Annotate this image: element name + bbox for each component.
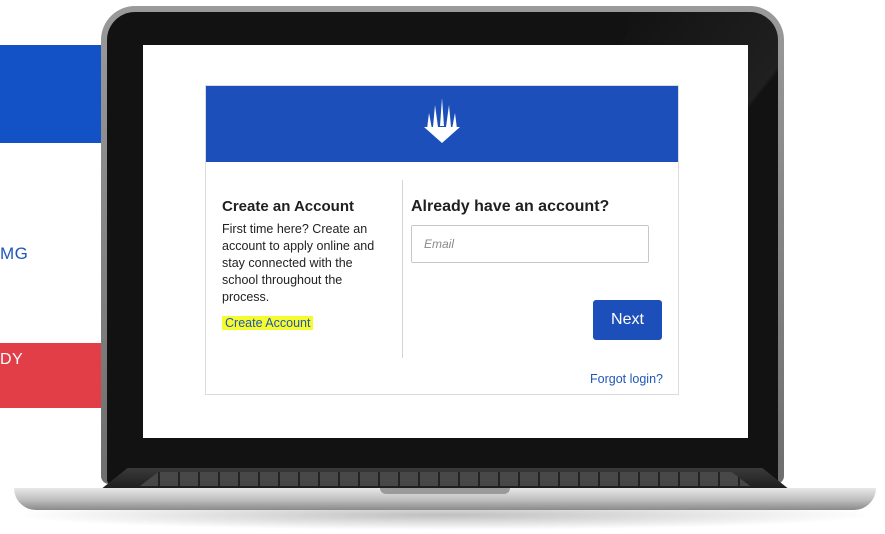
sign-in-section: Already have an account? Next Forgot log… [411,198,663,386]
crown-spikes-logo-icon [424,98,460,143]
laptop-lid-notch [380,488,510,494]
login-card: Create an Account First time here? Creat… [205,85,679,395]
create-account-title: Create an Account [222,198,354,215]
laptop-base [14,468,876,512]
column-divider [402,180,403,358]
email-input[interactable] [411,225,649,263]
background-banner [0,45,101,143]
next-button[interactable]: Next [593,300,662,340]
forgot-login-link[interactable]: Forgot login? [561,372,663,386]
create-account-section: Create an Account First time here? Creat… [222,198,392,331]
create-account-link[interactable]: Create Account [222,316,314,330]
background-link-fragment[interactable]: MG [0,244,28,264]
create-account-description: First time here? Create an account to ap… [222,222,375,304]
card-header [206,86,678,162]
laptop-screen: Create an Account First time here? Creat… [143,45,748,438]
background-button-label: DY [0,351,24,368]
background-button-fragment[interactable]: DY [0,343,101,408]
keyboard-keys [140,472,750,486]
sign-in-title: Already have an account? [411,198,610,215]
